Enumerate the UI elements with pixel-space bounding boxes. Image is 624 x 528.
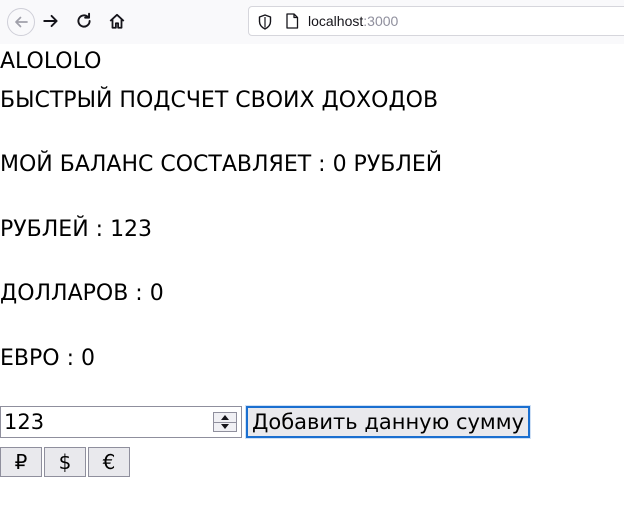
amount-field [0, 406, 242, 438]
app-title: ALOLOLO [0, 49, 102, 74]
address-bar[interactable]: localhost:3000 [248, 6, 624, 36]
dollar-button[interactable]: $ [44, 447, 86, 477]
reload-icon [77, 12, 91, 28]
page-content: ALOLOLO БЫСТРЫЙ ПОДСЧЕТ СВОИХ ДОХОДОВ МО… [0, 44, 624, 528]
caret-down-icon [221, 424, 229, 429]
arrow-right-icon [43, 14, 58, 28]
caret-up-icon [221, 415, 229, 420]
home-button[interactable] [104, 8, 130, 34]
url-text[interactable]: localhost:3000 [308, 13, 398, 29]
app-subtitle: БЫСТРЫЙ ПОДСЧЕТ СВОИХ ДОХОДОВ [0, 88, 439, 113]
shield-icon[interactable] [258, 14, 272, 30]
arrow-left-icon [15, 16, 28, 28]
reload-button[interactable] [71, 8, 97, 34]
euros-text: ЕВРО : 0 [0, 346, 95, 371]
page-icon[interactable] [285, 13, 299, 29]
forward-button[interactable] [38, 8, 64, 34]
dollars-text: ДОЛЛАРОВ : 0 [0, 281, 164, 306]
back-button[interactable] [7, 8, 35, 36]
amount-input[interactable] [1, 407, 213, 437]
home-icon [109, 13, 125, 29]
add-amount-button[interactable]: Добавить данную сумму [245, 405, 531, 439]
spin-down-button[interactable] [214, 422, 236, 431]
euro-button[interactable]: € [88, 447, 130, 477]
balance-text: МОЙ БАЛАНС СОСТАВЛЯЕТ : 0 РУБЛЕЙ [0, 152, 443, 177]
number-spinner [213, 412, 237, 432]
ruble-button[interactable]: ₽ [0, 447, 42, 477]
url-port: :3000 [363, 13, 399, 29]
url-host: localhost [308, 13, 364, 29]
rubles-text: РУБЛЕЙ : 123 [0, 217, 153, 242]
browser-toolbar: localhost:3000 [0, 0, 624, 44]
